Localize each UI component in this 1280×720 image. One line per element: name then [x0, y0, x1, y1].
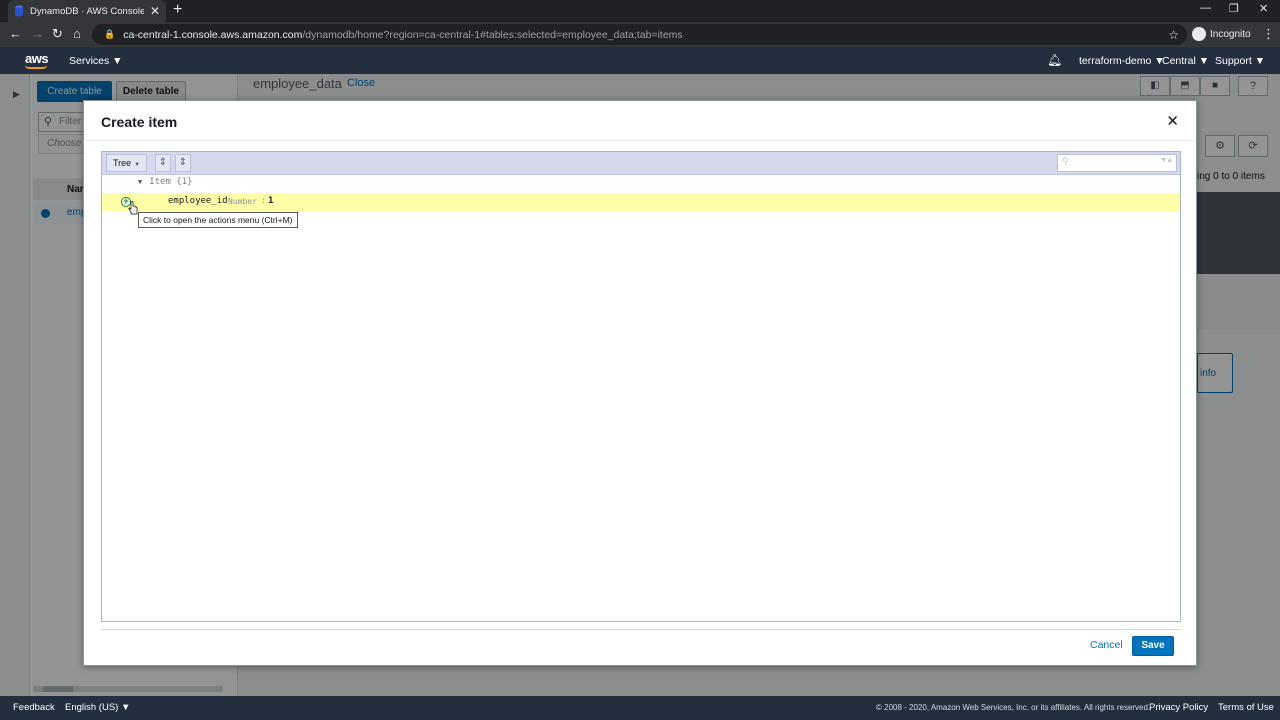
support-menu[interactable]: Support ▼	[1215, 55, 1265, 67]
cancel-button[interactable]: Cancel	[1090, 639, 1123, 651]
tree-expand-triangle-icon[interactable]: ▼	[138, 178, 142, 186]
close-icon[interactable]: ✕	[1166, 112, 1179, 130]
actions-tooltip: Click to open the actions menu (Ctrl+M)	[138, 212, 298, 228]
field-separator: :	[261, 196, 267, 206]
item-tree-editor: Tree ▼ ⇕ ⇕ ⚲ ▼▲ ▼ Item {1} + employee_id N…	[101, 151, 1181, 622]
editor-mode-label: Tree	[113, 158, 132, 168]
feedback-link[interactable]: Feedback	[13, 702, 55, 713]
aws-logo[interactable]: aws	[25, 51, 49, 66]
services-menu[interactable]: Services ▼	[69, 55, 123, 67]
aws-footer: Feedback English (US) ▼ © 2008 - 2020, A…	[0, 696, 1280, 720]
tree-root-node[interactable]: ▼ Item {1}	[138, 177, 193, 187]
editor-toolbar: Tree ▼ ⇕ ⇕ ⚲ ▼▲	[102, 152, 1180, 175]
dialog-title: Create item	[101, 114, 178, 130]
restore-icon[interactable]: ❐	[1229, 2, 1239, 15]
window-close-icon[interactable]: ✕	[1259, 2, 1268, 15]
aws-logo-smile-icon	[25, 65, 47, 69]
copyright-text: © 2008 - 2020, Amazon Web Services, Inc.…	[876, 703, 1151, 712]
field-type: Number	[228, 197, 257, 206]
collapse-all-icon[interactable]: ⇕	[175, 154, 191, 172]
region-menu[interactable]: Central ▼	[1162, 55, 1209, 67]
url-host: ca-central-1.console.aws.amazon.com	[123, 28, 303, 41]
dialog-header: Create item ✕	[84, 101, 1196, 141]
lock-icon: 🔒	[104, 29, 116, 39]
editor-search-input[interactable]: ⚲ ▼▲	[1057, 154, 1177, 172]
back-icon[interactable]: ←	[9, 26, 22, 41]
url-path: /dynamodb/home?region=ca-central-1#table…	[302, 28, 683, 41]
home-icon[interactable]: ⌂	[73, 26, 81, 41]
forward-icon[interactable]: →	[31, 26, 44, 41]
save-button[interactable]: Save	[1132, 636, 1174, 656]
privacy-policy-link[interactable]: Privacy Policy	[1149, 702, 1208, 713]
reload-icon[interactable]: ↻	[52, 26, 63, 42]
minimize-icon[interactable]: —	[1200, 2, 1211, 14]
account-menu[interactable]: terraform-demo ▼	[1079, 55, 1165, 67]
field-name[interactable]: employee_id	[168, 196, 228, 206]
chevron-down-icon: ▼	[134, 162, 141, 168]
browser-menu-icon[interactable]: ⋮	[1262, 26, 1275, 42]
address-bar[interactable]: 🔒 ca-central-1.console.aws.amazon.com/dy…	[92, 24, 1187, 45]
search-nav-arrows-icon[interactable]: ▼▲	[1160, 157, 1173, 164]
terms-of-use-link[interactable]: Terms of Use	[1218, 702, 1274, 713]
incognito-icon	[1192, 27, 1206, 41]
browser-toolbar: ← → ↻ ⌂ 🔒 ca-central-1.console.aws.amazo…	[0, 22, 1280, 47]
notifications-bell-icon[interactable]: 🔔︎	[1047, 53, 1062, 67]
new-tab-button[interactable]: +	[173, 1, 182, 19]
tab-title: DynamoDB · AWS Console	[30, 5, 144, 17]
browser-tab[interactable]: DynamoDB · AWS Console ✕	[8, 0, 166, 22]
search-icon: ⚲	[1062, 156, 1069, 166]
field-value[interactable]: 1	[268, 196, 273, 206]
dialog-footer-divider	[101, 629, 1181, 630]
editor-mode-select[interactable]: Tree ▼	[106, 154, 148, 172]
aws-navbar: aws Services ▼ 🔔︎ terraform-demo ▼ Centr…	[0, 47, 1280, 74]
tab-close-icon[interactable]: ✕	[150, 4, 160, 18]
incognito-label: Incognito	[1210, 28, 1251, 40]
browser-tabstrip: DynamoDB · AWS Console ✕ + — ❐ ✕	[0, 0, 1280, 22]
dynamodb-favicon-icon	[14, 5, 24, 17]
tree-field-row[interactable]: + employee_id Number : 1	[102, 193, 1180, 211]
bookmark-star-icon[interactable]: ☆	[1168, 28, 1179, 42]
pointer-hand-cursor-icon	[128, 201, 138, 215]
create-item-dialog: Create item ✕ Tree ▼ ⇕ ⇕ ⚲ ▼▲ ▼ Item {1} +…	[83, 100, 1197, 666]
expand-all-icon[interactable]: ⇕	[155, 154, 171, 172]
incognito-indicator[interactable]: Incognito	[1192, 27, 1251, 41]
tree-root-label: Item {1}	[149, 177, 193, 187]
language-select[interactable]: English (US) ▼	[65, 702, 130, 713]
